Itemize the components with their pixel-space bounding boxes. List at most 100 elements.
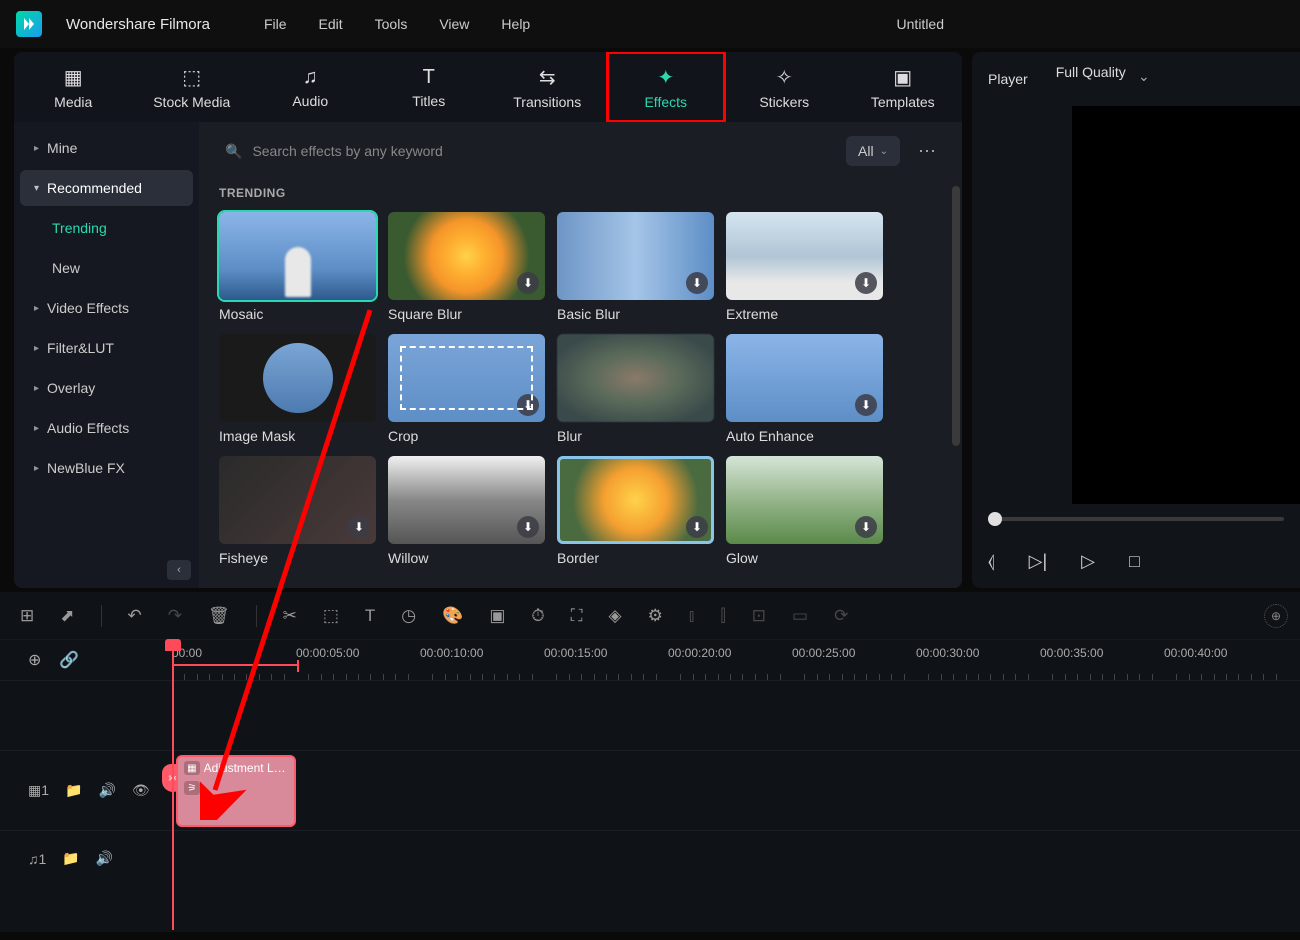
effect-card-mosaic[interactable]: Mosaic: [219, 212, 376, 322]
effect-thumbnail[interactable]: [219, 334, 376, 422]
menu-help[interactable]: Help: [501, 16, 530, 32]
fit-tool[interactable]: ⛶: [571, 606, 583, 626]
sidebar-item-overlay[interactable]: ▸Overlay: [20, 370, 193, 406]
sidebar-item-mine[interactable]: ▸Mine: [20, 130, 193, 166]
effect-thumbnail[interactable]: ⬇: [388, 212, 545, 300]
detach-tool[interactable]: ⫿: [720, 606, 725, 626]
effect-card-blur[interactable]: Blur: [557, 334, 714, 444]
filter-dropdown[interactable]: All ⌄: [846, 136, 900, 166]
undo-button[interactable]: ↶: [128, 606, 142, 626]
sidebar-item-newblue-fx[interactable]: ▸NewBlue FX: [20, 450, 193, 486]
tab-effects[interactable]: ✦Effects: [607, 52, 726, 122]
download-icon[interactable]: ⬇: [686, 272, 708, 294]
download-icon[interactable]: ⬇: [855, 516, 877, 538]
quality-dropdown[interactable]: Full Quality: [1044, 64, 1160, 94]
player-progress[interactable]: [988, 517, 1284, 521]
tab-media[interactable]: ▦Media: [14, 52, 133, 122]
effect-thumbnail[interactable]: ⬇: [726, 456, 883, 544]
collapse-sidebar-button[interactable]: ‹: [167, 560, 191, 580]
download-icon[interactable]: ⬇: [517, 516, 539, 538]
add-track-button[interactable]: ⊕: [28, 650, 41, 670]
cursor-tool[interactable]: ⬈: [60, 606, 74, 626]
timeline-ruler[interactable]: 00:0000:00:05:0000:00:10:0000:00:15:0000…: [172, 640, 1300, 680]
crop-tool[interactable]: ⬚: [323, 606, 339, 626]
download-icon[interactable]: ⬇: [348, 516, 370, 538]
search-input[interactable]: 🔍 Search effects by any keyword: [219, 134, 834, 168]
play-button[interactable]: ▷: [1081, 551, 1095, 572]
download-icon[interactable]: ⬇: [855, 394, 877, 416]
visibility-icon[interactable]: 👁: [132, 782, 150, 799]
menu-tools[interactable]: Tools: [375, 16, 408, 32]
audio-tool[interactable]: ⫾: [689, 606, 694, 626]
effect-thumbnail[interactable]: ⬇: [219, 456, 376, 544]
gallery-scrollbar[interactable]: [952, 186, 960, 446]
tab-transitions[interactable]: ⇆Transitions: [488, 52, 607, 122]
mute-icon[interactable]: 🔊: [98, 782, 115, 799]
sidebar-item-filter-lut[interactable]: ▸Filter&LUT: [20, 330, 193, 366]
media-icon: ▦: [64, 65, 83, 90]
sidebar-item-audio-effects[interactable]: ▸Audio Effects: [20, 410, 193, 446]
download-icon[interactable]: ⬇: [517, 272, 539, 294]
effect-thumbnail[interactable]: ⬇: [388, 334, 545, 422]
effect-thumbnail[interactable]: ⬇: [726, 212, 883, 300]
split-tool[interactable]: ✂: [283, 606, 297, 626]
sidebar-item-video-effects[interactable]: ▸Video Effects: [20, 290, 193, 326]
redo-button[interactable]: ↷: [168, 606, 182, 626]
menu-view[interactable]: View: [439, 16, 469, 32]
progress-handle[interactable]: [988, 512, 1002, 526]
tab-stock-media[interactable]: ⬚Stock Media: [133, 52, 252, 122]
transform-tool[interactable]: ▣: [489, 606, 505, 626]
download-icon[interactable]: ⬇: [517, 394, 539, 416]
more-button[interactable]: ⋯: [912, 136, 942, 166]
sidebar-item-trending[interactable]: Trending: [20, 210, 193, 246]
effect-card-glow[interactable]: ⬇Glow: [726, 456, 883, 566]
sidebar-item-new[interactable]: New: [20, 250, 193, 286]
effect-thumbnail[interactable]: [557, 334, 714, 422]
effect-card-fisheye[interactable]: ⬇Fisheye: [219, 456, 376, 566]
zoom-control[interactable]: ⊕: [1264, 604, 1288, 628]
keyframe-tool[interactable]: ◈: [609, 606, 622, 626]
download-icon[interactable]: ⬇: [686, 516, 708, 538]
effect-thumbnail[interactable]: [219, 212, 376, 300]
stop-button[interactable]: □: [1129, 551, 1140, 572]
text-tool[interactable]: T: [365, 606, 375, 626]
effect-card-border[interactable]: ⬇Border: [557, 456, 714, 566]
effect-card-image-mask[interactable]: Image Mask: [219, 334, 376, 444]
download-icon[interactable]: ⬇: [855, 272, 877, 294]
library-tabs: ▦Media ⬚Stock Media ♫Audio TTitles ⇆Tran…: [14, 52, 962, 122]
tab-templates[interactable]: ▣Templates: [844, 52, 963, 122]
color-tool[interactable]: 🎨: [442, 606, 463, 626]
effect-card-basic-blur[interactable]: ⬇Basic Blur: [557, 212, 714, 322]
menu-edit[interactable]: Edit: [319, 16, 343, 32]
record-tool[interactable]: ⊡: [752, 606, 766, 626]
playhead[interactable]: [172, 640, 174, 930]
mute-icon[interactable]: 🔊: [96, 850, 113, 867]
tab-stickers[interactable]: ✧Stickers: [725, 52, 844, 122]
speed-tool[interactable]: ◷: [401, 606, 416, 626]
export-tool[interactable]: ▭: [792, 606, 808, 626]
duration-tool[interactable]: ⏱: [531, 606, 544, 626]
effect-card-auto-enhance[interactable]: ⬇Auto Enhance: [726, 334, 883, 444]
adjustment-layer-clip[interactable]: ▦ Adjustment La... ⚞: [176, 755, 296, 827]
adjust-tool[interactable]: ⚙: [648, 606, 663, 626]
effect-thumbnail[interactable]: ⬇: [557, 212, 714, 300]
delete-button[interactable]: 🗑: [208, 606, 230, 626]
menu-file[interactable]: File: [264, 16, 287, 32]
tab-titles[interactable]: TTitles: [370, 52, 489, 122]
effect-card-square-blur[interactable]: ⬇Square Blur: [388, 212, 545, 322]
prev-frame-button[interactable]: ⦉: [988, 551, 995, 572]
effect-card-extreme[interactable]: ⬇Extreme: [726, 212, 883, 322]
folder-icon[interactable]: 📁: [65, 782, 82, 799]
effect-thumbnail[interactable]: ⬇: [557, 456, 714, 544]
render-tool[interactable]: ⟳: [834, 606, 848, 626]
link-button[interactable]: 🔗: [59, 650, 79, 670]
effect-thumbnail[interactable]: ⬇: [388, 456, 545, 544]
tab-audio[interactable]: ♫Audio: [251, 52, 370, 122]
layout-tool[interactable]: ⊞: [20, 606, 34, 626]
effect-card-crop[interactable]: ⬇Crop: [388, 334, 545, 444]
sidebar-item-recommended[interactable]: ▾Recommended: [20, 170, 193, 206]
folder-icon[interactable]: 📁: [62, 850, 79, 867]
effect-thumbnail[interactable]: ⬇: [726, 334, 883, 422]
step-button[interactable]: ▷|: [1029, 551, 1048, 572]
effect-card-willow[interactable]: ⬇Willow: [388, 456, 545, 566]
